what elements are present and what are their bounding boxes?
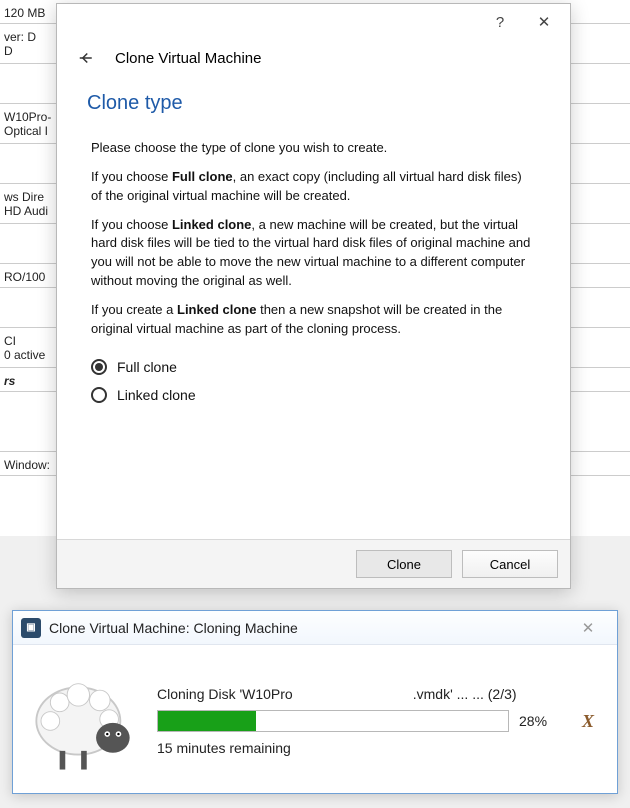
text: If you choose <box>91 169 172 184</box>
progress-info: Cloning Disk 'W10Pro .vmdk' ... ... (2/3)… <box>157 686 599 756</box>
bg-text: D <box>4 44 13 58</box>
radio-icon <box>91 387 107 403</box>
bg-text: 120 MB <box>4 6 45 20</box>
dialog-body: Please choose the type of clone you wish… <box>57 123 570 539</box>
bg-text: W10Pro- <box>4 110 51 124</box>
radio-linked-clone[interactable]: Linked clone <box>91 381 536 409</box>
text: .vmdk' ... ... (2/3) <box>413 686 517 702</box>
dialog-button-bar: Clone Cancel <box>57 539 570 588</box>
back-button[interactable] <box>69 42 101 74</box>
clone-type-radio-group: Full clone Linked clone <box>91 353 536 410</box>
cancel-progress-button[interactable]: X <box>577 710 599 732</box>
dialog-header: Clone Virtual Machine <box>57 40 570 78</box>
text: If you create a <box>91 302 177 317</box>
bg-text: HD Audi <box>4 204 48 218</box>
help-icon[interactable]: ? <box>478 7 522 37</box>
progress-fill <box>158 711 256 731</box>
task-label: Cloning Disk 'W10Pro .vmdk' ... ... (2/3) <box>157 686 599 702</box>
radio-label: Full clone <box>117 357 177 377</box>
close-icon[interactable]: ✕ <box>567 614 609 642</box>
progress-bar <box>157 710 509 732</box>
linked-clone-description: If you choose Linked clone, a new machin… <box>91 216 536 291</box>
bold-text: Linked clone <box>177 302 256 317</box>
virtualbox-icon: ▣ <box>21 618 41 638</box>
wizard-title: Clone Virtual Machine <box>115 50 261 67</box>
cancel-button[interactable]: Cancel <box>462 550 558 578</box>
bg-text: 0 active <box>4 348 45 362</box>
sheep-icon <box>27 665 139 777</box>
snapshot-note: If you create a Linked clone then a new … <box>91 301 536 339</box>
progress-percent: 28% <box>519 713 567 729</box>
radio-label: Linked clone <box>117 385 196 405</box>
radio-full-clone[interactable]: Full clone <box>91 353 536 381</box>
progress-titlebar: ▣ Clone Virtual Machine: Cloning Machine… <box>13 611 617 645</box>
dialog-titlebar: ? ✕ <box>57 4 570 40</box>
full-clone-description: If you choose Full clone, an exact copy … <box>91 168 536 206</box>
progress-row: 28% X <box>157 710 599 732</box>
close-icon[interactable]: ✕ <box>522 7 566 37</box>
intro-text: Please choose the type of clone you wish… <box>91 139 536 158</box>
bg-text: ws Dire <box>4 190 44 204</box>
radio-icon <box>91 359 107 375</box>
time-remaining: 15 minutes remaining <box>157 740 599 756</box>
text: If you choose <box>91 217 172 232</box>
bg-text: CI <box>4 334 16 348</box>
bg-text: Optical I <box>4 124 48 138</box>
clone-button[interactable]: Clone <box>356 550 452 578</box>
bg-text: rs <box>4 374 15 388</box>
progress-dialog: ▣ Clone Virtual Machine: Cloning Machine… <box>12 610 618 794</box>
progress-title: Clone Virtual Machine: Cloning Machine <box>49 620 298 636</box>
progress-body: Cloning Disk 'W10Pro .vmdk' ... ... (2/3)… <box>13 645 617 793</box>
bg-text: ver: D <box>4 30 36 44</box>
clone-wizard-dialog: ? ✕ Clone Virtual Machine Clone type Ple… <box>56 3 571 589</box>
bg-text: Window: <box>4 458 50 472</box>
bold-text: Linked clone <box>172 217 251 232</box>
bold-text: Full clone <box>172 169 233 184</box>
text: Cloning Disk 'W10Pro <box>157 686 293 702</box>
arrow-left-icon <box>76 49 94 67</box>
bg-text: RO/100 <box>4 270 45 284</box>
section-title: Clone type <box>57 78 570 123</box>
